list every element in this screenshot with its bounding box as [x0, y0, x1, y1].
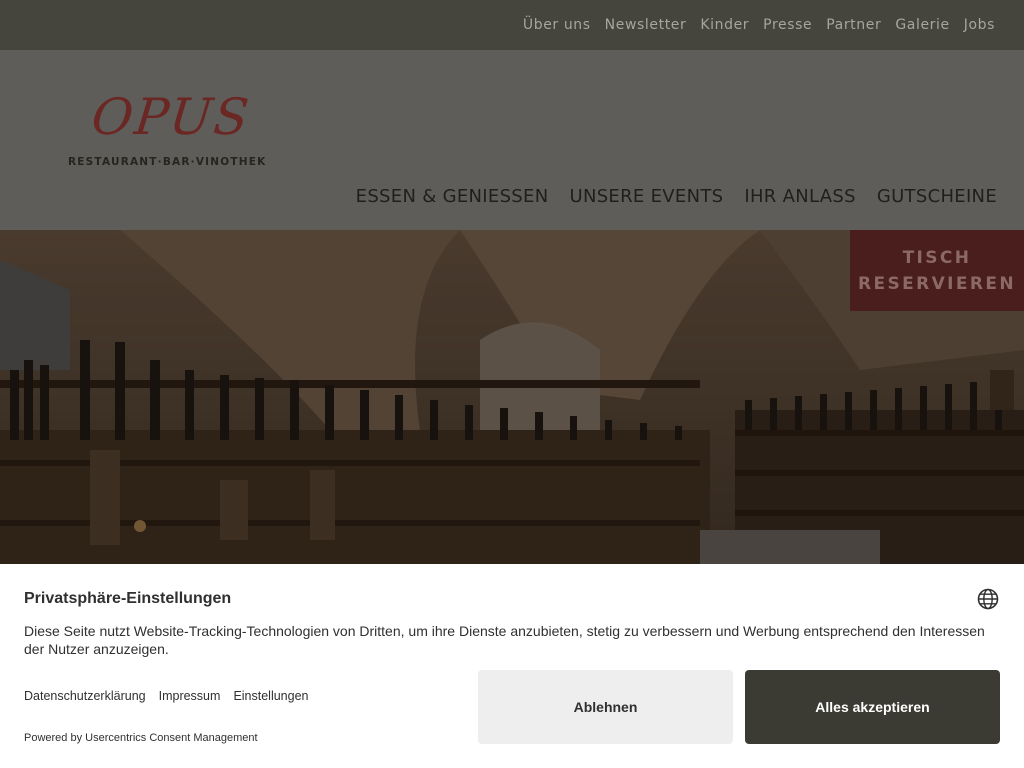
main-navigation: ESSEN & GENIESSEN UNSERE EVENTS IHR ANLA… — [335, 186, 997, 207]
consent-title: Privatsphäre-Einstellungen — [24, 590, 232, 607]
globe-icon[interactable] — [977, 588, 999, 610]
mainnav-item-anlass[interactable]: IHR ANLASS — [744, 186, 855, 207]
powered-by-text: Powered by Usercentrics Consent Manageme… — [24, 732, 258, 744]
top-navigation: Über uns Newsletter Kinder Presse Partne… — [509, 0, 995, 50]
logo-wordmark: OPUS — [88, 88, 254, 146]
topnav-item-galerie[interactable]: Galerie — [895, 17, 949, 33]
reserve-label-line1: TISCH — [902, 247, 972, 268]
consent-description: Diese Seite nutzt Website-Tracking-Techn… — [24, 623, 985, 657]
reserve-label-line2: RESERVIEREN — [857, 273, 1017, 294]
site-header: OPUS RESTAURANT·BAR·VINOTHEK ESSEN & GEN… — [0, 50, 1024, 230]
imprint-link[interactable]: Impressum — [159, 689, 221, 703]
topnav-item-partner[interactable]: Partner — [826, 17, 881, 33]
consent-banner: Privatsphäre-Einstellungen Diese Seite n… — [0, 564, 1024, 768]
privacy-policy-link[interactable]: Datenschutzerklärung — [24, 689, 146, 703]
deny-button[interactable]: Ablehnen — [478, 670, 733, 744]
topnav-item-newsletter[interactable]: Newsletter — [605, 17, 687, 33]
consent-links: Datenschutzerklärung Impressum Einstellu… — [24, 689, 322, 703]
topnav-item-presse[interactable]: Presse — [763, 17, 812, 33]
site-logo[interactable]: OPUS RESTAURANT·BAR·VINOTHEK — [62, 88, 265, 178]
accept-all-button[interactable]: Alles akzeptieren — [745, 670, 1000, 744]
top-bar: Über uns Newsletter Kinder Presse Partne… — [0, 0, 1024, 50]
reserve-table-button[interactable]: TISCH RESERVIEREN — [850, 230, 1024, 311]
logo-tagline: RESTAURANT·BAR·VINOTHEK — [68, 156, 267, 168]
topnav-item-kinder[interactable]: Kinder — [700, 17, 749, 33]
topnav-item-ueber-uns[interactable]: Über uns — [523, 17, 591, 33]
mainnav-item-gutscheine[interactable]: GUTSCHEINE — [877, 186, 997, 207]
mainnav-item-events[interactable]: UNSERE EVENTS — [569, 186, 723, 207]
settings-link[interactable]: Einstellungen — [233, 689, 308, 703]
mainnav-item-essen[interactable]: ESSEN & GENIESSEN — [356, 186, 549, 207]
topnav-item-jobs[interactable]: Jobs — [964, 17, 995, 33]
